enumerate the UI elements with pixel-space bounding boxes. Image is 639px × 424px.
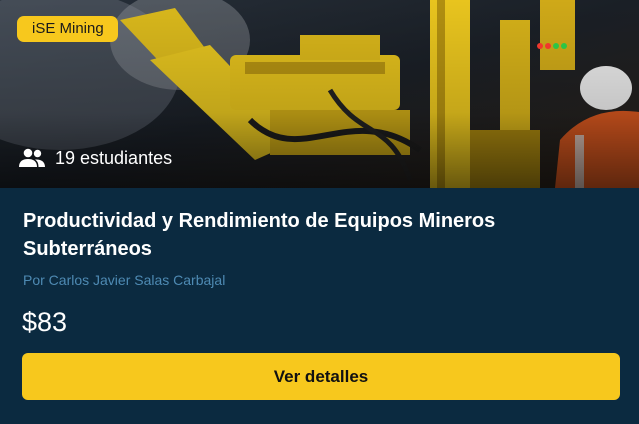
students-label: 19 estudiantes [55, 147, 173, 168]
course-title[interactable]: Productividad y Rendimiento de Equipos M… [23, 207, 613, 263]
students-count: 19 estudiantes [18, 145, 172, 171]
category-badge: iSE Mining [17, 16, 118, 42]
course-cover-image[interactable]: iSE Mining 19 estudiantes [0, 0, 639, 188]
course-author: Por Carlos Javier Salas Carbajal [23, 272, 226, 288]
course-card: iSE Mining 19 estudiantes Productividad … [0, 0, 639, 424]
users-icon [18, 148, 46, 168]
course-price: $83 [22, 307, 68, 337]
view-details-button[interactable]: Ver detalles [22, 353, 620, 400]
